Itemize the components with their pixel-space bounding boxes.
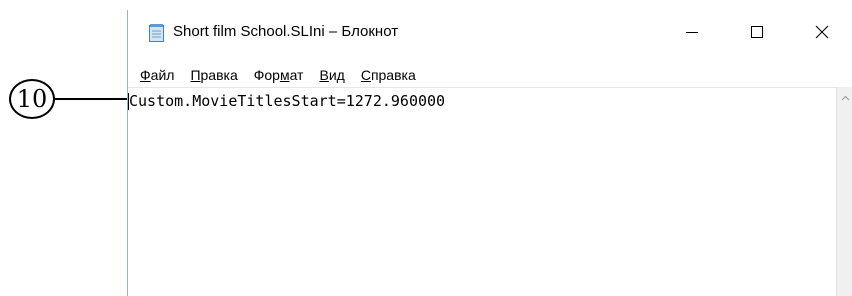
maximize-button[interactable] bbox=[734, 10, 780, 56]
minimize-button[interactable] bbox=[669, 10, 715, 56]
notepad-window: Short film School.SLIni – Блокнот Файл П… bbox=[127, 10, 852, 296]
vertical-scrollbar[interactable] bbox=[836, 87, 852, 296]
menu-view[interactable]: Вид bbox=[317, 67, 346, 83]
window-title: Short film School.SLIni – Блокнот bbox=[173, 23, 399, 40]
text-editor-area[interactable]: Custom.MovieTitlesStart=1272.960000 bbox=[128, 87, 836, 296]
menu-bar: Файл Правка Формат Вид Справка bbox=[128, 63, 852, 87]
maximize-icon bbox=[750, 24, 764, 43]
screenshot: 10 Short film School.SLIni – Блокнот Фай… bbox=[0, 0, 852, 296]
scroll-up-button[interactable] bbox=[837, 87, 852, 104]
close-button[interactable] bbox=[799, 10, 845, 56]
minimize-icon bbox=[685, 24, 699, 43]
menu-help[interactable]: Справка bbox=[359, 67, 418, 83]
callout-number: 10 bbox=[9, 79, 55, 119]
close-icon bbox=[815, 24, 829, 43]
title-bar[interactable]: Short film School.SLIni – Блокнот bbox=[128, 10, 852, 56]
scroll-up-arrow-icon bbox=[841, 86, 850, 105]
editor-content: Custom.MovieTitlesStart=1272.960000 bbox=[129, 92, 446, 110]
menu-edit[interactable]: Правка bbox=[188, 67, 239, 83]
menu-file[interactable]: Файл bbox=[138, 67, 176, 83]
notepad-icon bbox=[148, 23, 165, 42]
menu-format[interactable]: Формат bbox=[252, 67, 306, 83]
callout-number-label: 10 bbox=[16, 85, 48, 113]
callout-pointer-line bbox=[55, 98, 127, 100]
